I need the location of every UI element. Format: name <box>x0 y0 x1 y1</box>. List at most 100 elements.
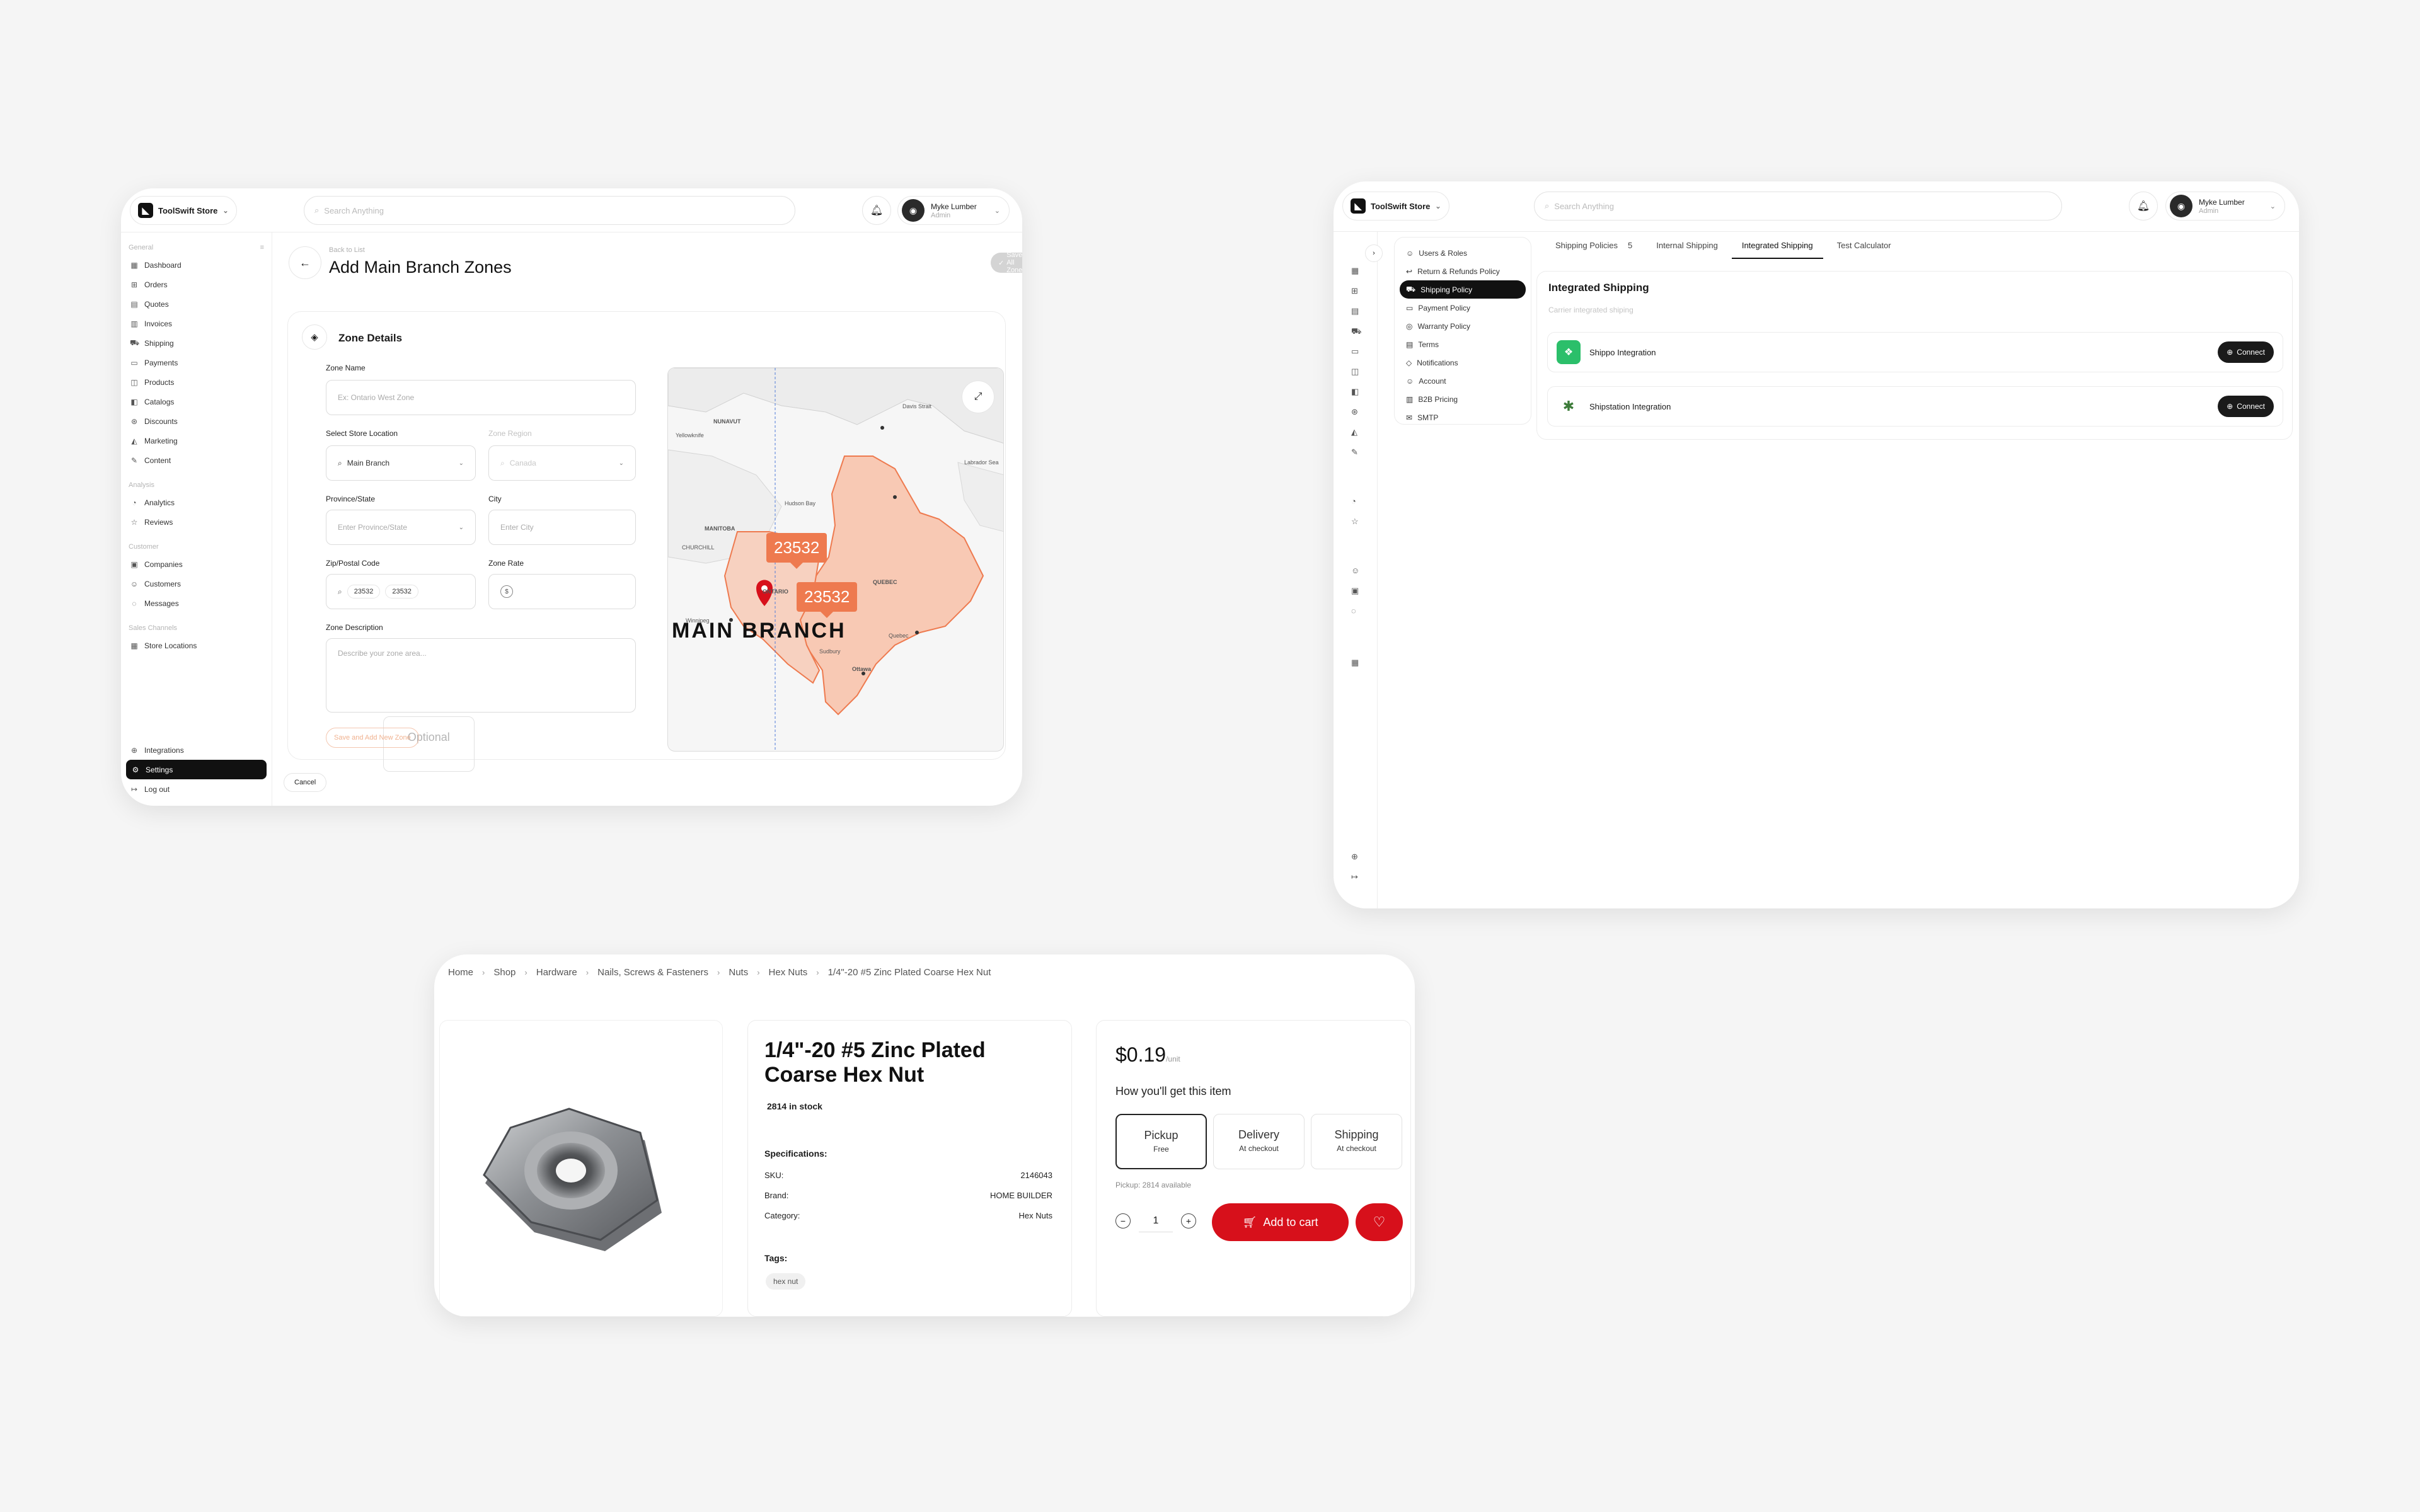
map-label: Labrador Sea <box>964 459 999 466</box>
province-select[interactable]: Enter Province/State ⌄ <box>326 510 476 545</box>
expand-rail-icon[interactable]: › <box>1365 244 1383 262</box>
tab-internal-shipping[interactable]: Internal Shipping <box>1646 236 1728 259</box>
menu-item-b2b-pricing[interactable]: ▥ B2B Pricing <box>1400 390 1526 408</box>
catalog-icon[interactable]: ◧ <box>1351 387 1359 397</box>
back-to-list-link[interactable]: Back to List <box>329 246 365 254</box>
store-location-select[interactable]: ⌕ Main Branch ⌄ <box>326 445 476 481</box>
menu-item-payment-policy[interactable]: ▭ Payment Policy <box>1400 299 1526 317</box>
menu-item-users-roles[interactable]: ☺ Users & Roles <box>1400 244 1526 262</box>
menu-item-smtp[interactable]: ✉ SMTP <box>1400 408 1526 427</box>
megaphone-icon[interactable]: ◭ <box>1351 427 1357 437</box>
city-field[interactable]: Enter City <box>488 510 636 545</box>
sidebar-item-analytics[interactable]: ◔ Analytics <box>121 493 272 512</box>
sidebar-item-messages[interactable]: ◌ Messages <box>121 593 272 613</box>
heart-icon[interactable]: ♡ <box>1356 1203 1403 1241</box>
zone-rate-field[interactable]: $ <box>488 574 636 609</box>
tab-test-calculator[interactable]: Test Calculator <box>1827 236 1901 259</box>
menu-item-shipping-policy[interactable]: ⛟ Shipping Policy <box>1400 280 1526 299</box>
search-input[interactable]: ⌕ Search Anything <box>304 196 795 225</box>
breadcrumb-fasteners[interactable]: Nails, Screws & Fasteners <box>597 967 708 978</box>
product-image[interactable] <box>439 1020 723 1317</box>
add-to-cart-button[interactable]: 🛒︎ Add to cart <box>1212 1203 1349 1241</box>
menu-item-account[interactable]: ☺ Account <box>1400 372 1526 390</box>
minus-icon[interactable]: − <box>1115 1213 1131 1228</box>
connect-button[interactable]: ⊕ Connect <box>2218 341 2274 363</box>
analytics-icon[interactable]: ◔ <box>1351 496 1356 506</box>
option-pickup[interactable]: Pickup Free <box>1115 1114 1207 1169</box>
sidebar-item-payments[interactable]: ▭ Payments <box>121 353 272 372</box>
sidebar-item-store-locations[interactable]: ▦ Store Locations <box>121 636 272 655</box>
sidebar-item-orders[interactable]: ⊞ Orders <box>121 275 272 294</box>
sidebar-item-products[interactable]: ◫ Products <box>121 372 272 392</box>
user-menu[interactable]: ◉ Myke Lumber Admin ⌄ <box>897 196 1010 225</box>
sidebar-item-companies[interactable]: ▣ Companies <box>121 554 272 574</box>
map-zip-pin[interactable]: 23532 <box>766 533 827 569</box>
sidebar-item-settings[interactable]: ⚙︎ Settings <box>126 760 267 779</box>
map-zip-pin[interactable]: 23532 <box>797 582 858 618</box>
save-add-zone-button[interactable]: Save and Add New Zone <box>326 728 419 748</box>
sidebar-item-discounts[interactable]: ⊛ Discounts <box>121 411 272 431</box>
user-icon[interactable]: ☺ <box>1351 566 1359 575</box>
store-switcher[interactable]: ◣ ToolSwift Store ⌄ <box>1342 192 1449 220</box>
logout-icon[interactable]: ↦ <box>1351 872 1358 882</box>
sidebar-item-customers[interactable]: ☺ Customers <box>121 574 272 593</box>
menu-item-terms[interactable]: ▤ Terms <box>1400 335 1526 353</box>
collapse-icon[interactable]: ≡ <box>260 244 264 251</box>
sidebar-item-logout[interactable]: ↦ Log out <box>121 779 272 799</box>
sidebar-item-reviews[interactable]: ☆ Reviews <box>121 512 272 532</box>
search-input[interactable]: ⌕ Search Anything <box>1534 192 2062 220</box>
store-switcher[interactable]: ◣ ToolSwift Store ⌄ <box>130 196 237 225</box>
option-delivery[interactable]: Delivery At checkout <box>1213 1114 1305 1169</box>
sidebar-item-dashboard[interactable]: ▦ Dashboard <box>121 255 272 275</box>
quote-icon[interactable]: ▤ <box>1351 306 1359 316</box>
sidebar-item-integrations[interactable]: ⊕ Integrations <box>121 740 272 760</box>
breadcrumb-hardware[interactable]: Hardware <box>536 967 577 978</box>
menu-item-notifications[interactable]: ◇ Notifications <box>1400 353 1526 372</box>
message-icon[interactable]: ◌ <box>1351 606 1356 616</box>
tab-shipping-policies[interactable]: Shipping Policies 5 <box>1545 236 1642 259</box>
sidebar-item-quotes[interactable]: ▤ Quotes <box>121 294 272 314</box>
description-field[interactable]: Describe your zone area... <box>326 638 636 713</box>
bell-icon[interactable]: 🔔︎ <box>2129 192 2158 220</box>
dashboard-icon[interactable]: ▦ <box>1351 266 1359 276</box>
cart-icon[interactable]: ⊞ <box>1351 286 1358 296</box>
back-arrow-icon[interactable]: ← <box>289 246 321 279</box>
card-icon[interactable]: ▭ <box>1351 346 1359 357</box>
breadcrumb-nuts[interactable]: Nuts <box>729 967 748 978</box>
sidebar-item-shipping[interactable]: ⛟ Shipping <box>121 333 272 353</box>
integration-icon[interactable]: ⊕ <box>1351 852 1358 862</box>
zip-chip[interactable]: 23532 <box>385 585 418 598</box>
plus-icon[interactable]: + <box>1181 1213 1196 1228</box>
sidebar-item-catalogs[interactable]: ◧ Catalogs <box>121 392 272 411</box>
breadcrumb-shop[interactable]: Shop <box>493 967 516 978</box>
sidebar-item-marketing[interactable]: ◭ Marketing <box>121 431 272 450</box>
zip-field[interactable]: ⌕ 23532 23532 <box>326 574 476 609</box>
store-icon[interactable]: ▦ <box>1351 658 1359 668</box>
bell-icon[interactable]: 🔔︎ <box>862 196 891 225</box>
user-menu[interactable]: ◉ Myke Lumber Admin ⌄ <box>2165 192 2285 220</box>
connect-button[interactable]: ⊕ Connect <box>2218 396 2274 417</box>
quantity-input[interactable]: 1 <box>1139 1210 1173 1232</box>
zip-chip[interactable]: 23532 <box>347 585 381 598</box>
content-icon[interactable]: ✎ <box>1351 447 1358 457</box>
truck-icon[interactable]: ⛟ <box>1351 326 1361 338</box>
expand-icon[interactable]: ⤢ <box>962 381 994 413</box>
review-icon[interactable]: ☆ <box>1351 517 1359 527</box>
option-shipping[interactable]: Shipping At checkout <box>1311 1114 1402 1169</box>
save-all-zones-button[interactable]: ✓Save All Zones <box>991 251 1022 274</box>
zone-name-field[interactable]: Ex: Ontario West Zone <box>326 380 636 415</box>
sidebar-item-invoices[interactable]: ▥ Invoices <box>121 314 272 333</box>
zone-map[interactable]: NUNAVUT MANITOBA ONTARIO QUEBEC Hudson B… <box>667 367 1004 752</box>
box-icon[interactable]: ◫ <box>1351 367 1359 377</box>
menu-item-return-policy[interactable]: ↩ Return & Refunds Policy <box>1400 262 1526 280</box>
sidebar-item-content[interactable]: ✎ Content <box>121 450 272 470</box>
breadcrumb-home[interactable]: Home <box>448 967 473 978</box>
discount-icon[interactable]: ⊛ <box>1351 407 1358 417</box>
tag-chip[interactable]: hex nut <box>766 1273 806 1290</box>
tab-integrated-shipping[interactable]: Integrated Shipping <box>1731 236 1823 259</box>
cancel-button-bottom[interactable]: Cancel <box>284 773 327 792</box>
menu-item-warranty-policy[interactable]: ◎ Warranty Policy <box>1400 317 1526 335</box>
building-icon[interactable]: ▣ <box>1351 586 1359 596</box>
zone-region-select[interactable]: ⌕ Canada ⌄ <box>488 445 636 481</box>
breadcrumb-hex-nuts[interactable]: Hex Nuts <box>769 967 808 978</box>
